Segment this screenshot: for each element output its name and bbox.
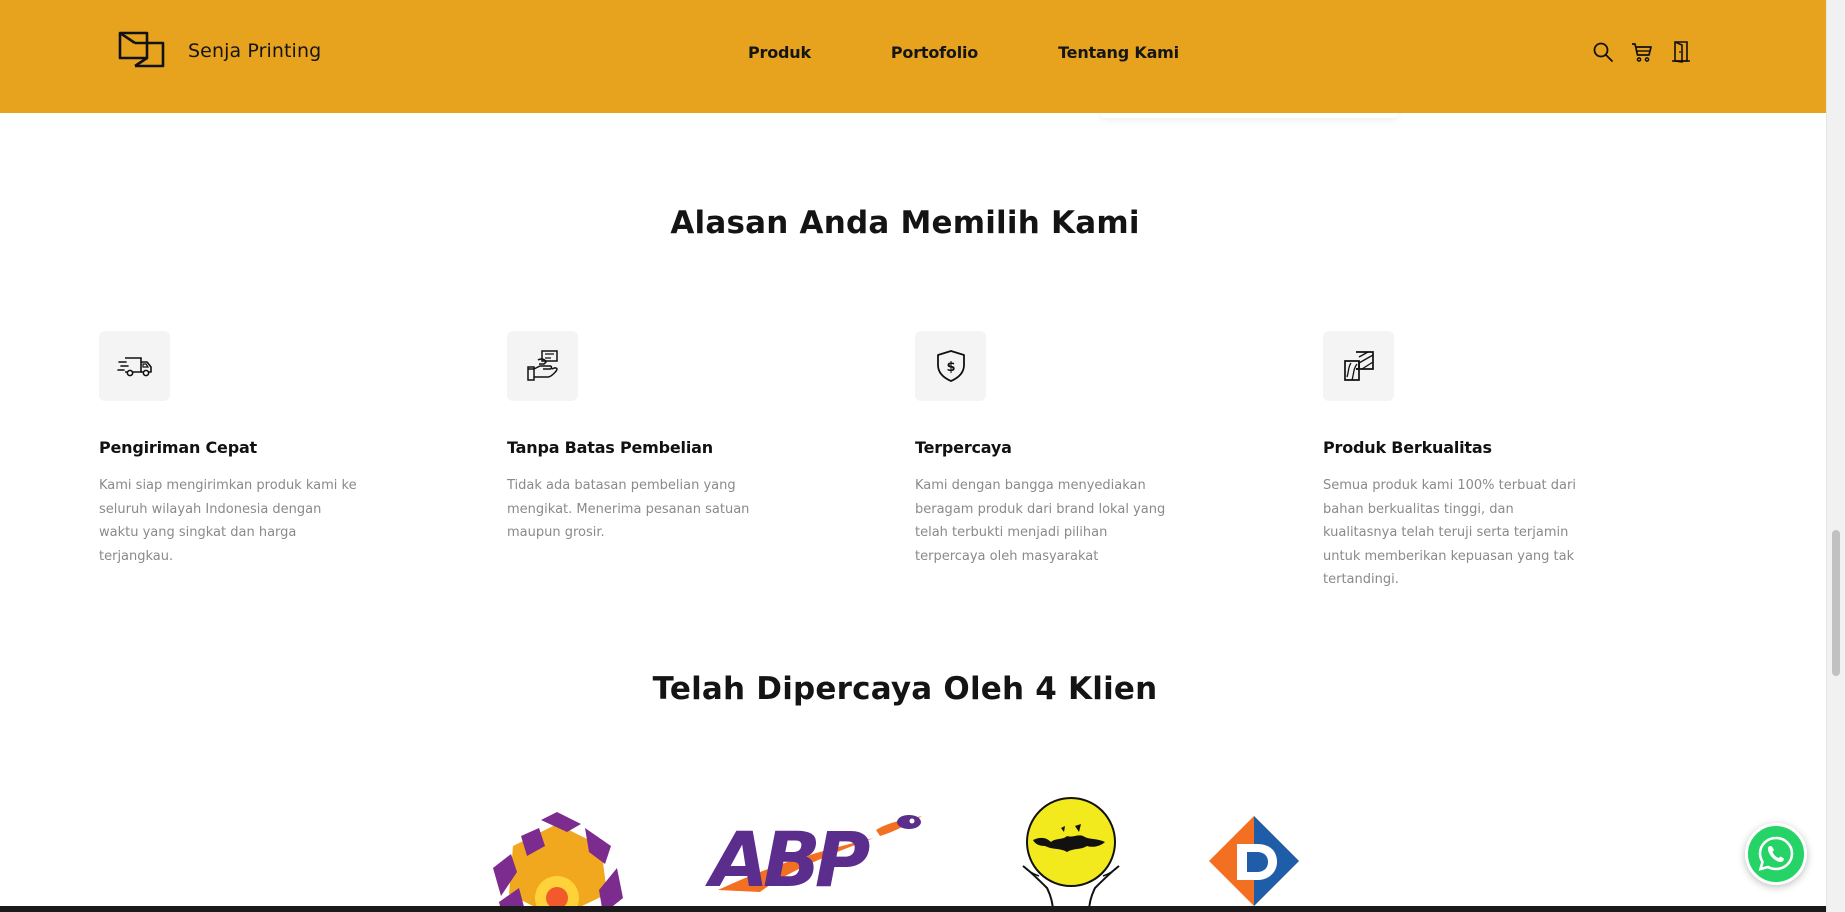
feature-title: Terpercaya	[915, 438, 1012, 457]
feature-title: Produk Berkualitas	[1323, 438, 1492, 457]
feature-card: Pengiriman Cepat Kami siap mengirimkan p…	[99, 331, 369, 568]
scrollbar[interactable]	[1826, 0, 1845, 912]
clients-title: Telah Dipercaya Oleh 4 Klien	[652, 671, 1158, 707]
header-actions	[1591, 40, 1708, 64]
site-header: Senja Printing Produk Portofolio Tentang…	[0, 0, 1826, 113]
bottom-edge	[0, 906, 1826, 912]
brand-logo[interactable]: Senja Printing	[117, 30, 321, 72]
feature-card: Produk Berkualitas Semua produk kami 100…	[1323, 331, 1593, 592]
feature-desc: Kami siap mengirimkan produk kami ke sel…	[99, 478, 357, 564]
feature-card: $ Terpercaya Kami dengan bangga menyedia…	[915, 331, 1185, 568]
feature-desc: Kami dengan bangga menyediakan beragam p…	[915, 478, 1166, 564]
whatsapp-icon	[1758, 836, 1794, 871]
whatsapp-button[interactable]	[1745, 823, 1807, 885]
abp-text: ABP	[705, 815, 870, 892]
svg-text:$: $	[946, 360, 955, 375]
nav-produk[interactable]: Produk	[748, 43, 811, 62]
delivery-truck-icon	[99, 331, 170, 401]
feature-desc: Semua produk kami 100% terbuat dari baha…	[1323, 478, 1576, 587]
purple-hexagon-logo	[481, 806, 634, 912]
hand-money-icon	[507, 331, 578, 401]
abp-logo: ABP	[704, 812, 926, 904]
nav-tentang-kami[interactable]: Tentang Kami	[1058, 43, 1179, 62]
brand-name: Senja Printing	[188, 40, 322, 62]
feature-desc: Tidak ada batasan pembelian yang mengika…	[507, 478, 750, 540]
d-diamond-logo	[1207, 814, 1301, 908]
scrollbar-thumb[interactable]	[1832, 530, 1840, 676]
main-nav: Produk Portofolio Tentang Kami	[748, 43, 1179, 62]
client-logos: ABP	[0, 790, 1826, 912]
senja-logo-icon	[118, 31, 165, 68]
indonesia-map-hands-logo	[1017, 796, 1125, 912]
door-exit-icon[interactable]	[1669, 40, 1693, 64]
why-title: Alasan Anda Memilih Kami	[670, 205, 1140, 241]
cart-icon[interactable]	[1630, 40, 1654, 64]
nav-portofolio[interactable]: Portofolio	[891, 43, 978, 62]
feature-card: Tanpa Batas Pembelian Tidak ada batasan …	[507, 331, 777, 545]
quality-materials-icon	[1323, 331, 1394, 401]
feature-title: Pengiriman Cepat	[99, 438, 258, 457]
shield-dollar-icon: $	[915, 331, 986, 401]
search-icon[interactable]	[1591, 40, 1615, 64]
feature-title: Tanpa Batas Pembelian	[507, 438, 713, 457]
